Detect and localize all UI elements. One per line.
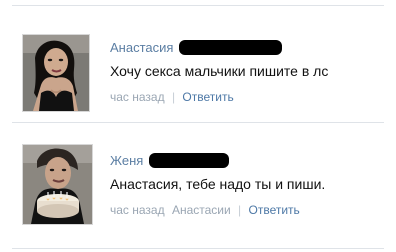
comment-time: час назад (110, 90, 165, 104)
reply-button[interactable]: Ответить (249, 203, 300, 217)
comment-item: Женя Анастасия, тебе надо ты и пиши. час… (12, 132, 384, 244)
author-row: Женя (110, 151, 376, 169)
avatar-photo-icon (23, 35, 89, 111)
meta-separator: | (171, 90, 176, 104)
bottom-divider (12, 248, 384, 249)
avatar-photo-icon (23, 145, 92, 224)
comment-text: Анастасия, тебе надо ты и пиши. (110, 176, 326, 192)
comment-text: Хочу секса мальчики пишите в лс (110, 63, 329, 79)
comment-content: Анастасия Хочу секса мальчики пишите в л… (110, 38, 376, 104)
author-name[interactable]: Женя (110, 153, 143, 168)
comment-content: Женя Анастасия, тебе надо ты и пиши. час… (110, 151, 376, 217)
meta-separator: | (238, 203, 242, 217)
comment-item: Анастасия Хочу секса мальчики пишите в л… (12, 12, 384, 124)
redaction-bar (179, 39, 283, 55)
comment-divider (12, 122, 384, 123)
comment-time: час назад (110, 203, 165, 217)
reply-to-user[interactable]: Анастасии (172, 203, 231, 217)
avatar[interactable] (22, 34, 90, 112)
avatar[interactable] (22, 144, 93, 225)
redaction-bar (149, 152, 230, 168)
author-name[interactable]: Анастасия (110, 40, 173, 55)
comment-meta: час назад Анастасии | Ответить (110, 203, 376, 217)
top-divider (12, 5, 384, 6)
comment-meta: час назад | Ответить (110, 90, 376, 104)
author-row: Анастасия (110, 38, 376, 56)
reply-button[interactable]: Ответить (182, 90, 233, 104)
